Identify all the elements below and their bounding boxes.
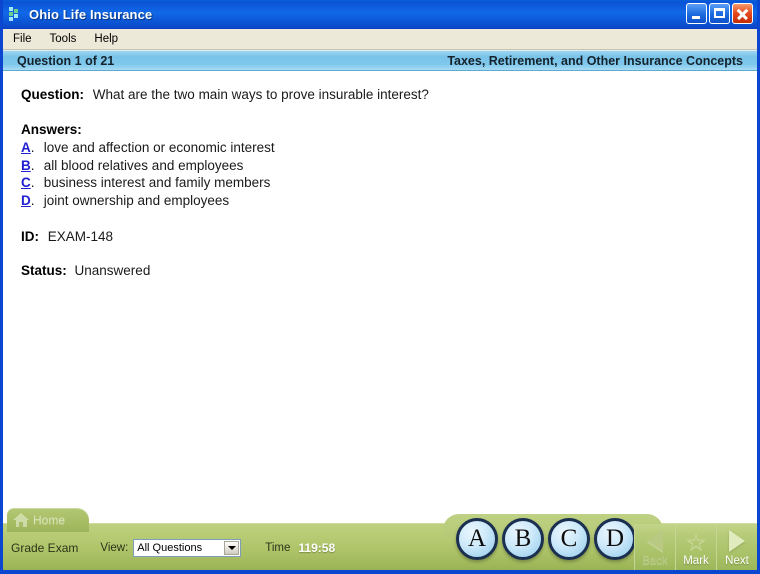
menu-tools[interactable]: Tools bbox=[42, 31, 85, 47]
answer-key-d[interactable]: D bbox=[21, 192, 31, 210]
menu-file[interactable]: File bbox=[5, 31, 40, 47]
question-header-bar: Question 1 of 21 Taxes, Retirement, and … bbox=[3, 50, 757, 71]
answer-text-d: joint ownership and employees bbox=[43, 192, 230, 208]
answer-option-d[interactable]: D. joint ownership and employees bbox=[21, 192, 757, 210]
answer-key-b[interactable]: B bbox=[21, 157, 31, 175]
answer-text-b: all blood relatives and employees bbox=[43, 157, 244, 173]
view-label: View: bbox=[100, 542, 129, 554]
question-text: What are the two main ways to prove insu… bbox=[92, 87, 429, 102]
home-tab-label: Home bbox=[33, 513, 66, 527]
toolbar-left-group: Grade Exam View: All Questions Time 119:… bbox=[11, 539, 335, 557]
grade-exam-button[interactable]: Grade Exam bbox=[11, 541, 78, 555]
mark-button[interactable]: ☆ Mark bbox=[675, 524, 716, 570]
menu-bar: File Tools Help bbox=[3, 29, 757, 50]
question-category: Taxes, Retirement, and Other Insurance C… bbox=[447, 53, 743, 68]
question-row: Question: What are the two main ways to … bbox=[21, 85, 757, 104]
back-button-label: Back bbox=[642, 555, 668, 567]
title-bar: Ohio Life Insurance bbox=[3, 0, 757, 29]
answer-text-c: business interest and family members bbox=[43, 175, 271, 190]
view-filter-select[interactable]: All Questions bbox=[133, 539, 242, 557]
question-content-area: Question: What are the two main ways to … bbox=[3, 71, 757, 524]
triangle-left-icon bbox=[647, 530, 663, 552]
answer-text-a: love and affection or economic interest bbox=[43, 140, 275, 155]
answer-button-c[interactable]: C bbox=[548, 518, 590, 560]
time-value: 119:58 bbox=[298, 541, 336, 555]
answer-buttons-group: A B C D bbox=[456, 518, 636, 560]
id-value: EXAM-148 bbox=[47, 229, 114, 244]
application-window: Ohio Life Insurance File Tools Help Ques… bbox=[0, 0, 760, 574]
answer-option-c[interactable]: C. business interest and family members bbox=[21, 174, 757, 192]
maximize-button[interactable] bbox=[709, 3, 730, 24]
status-value: Unanswered bbox=[74, 263, 151, 278]
triangle-right-icon bbox=[729, 530, 745, 552]
back-button: Back bbox=[634, 524, 675, 570]
answers-label: Answers: bbox=[21, 122, 82, 137]
answer-key-c[interactable]: C bbox=[21, 174, 31, 192]
star-icon: ☆ bbox=[685, 529, 707, 556]
bottom-toolbar: Home Grade Exam View: All Questions Time… bbox=[3, 508, 757, 570]
home-tab[interactable]: Home bbox=[7, 508, 89, 532]
status-label: Status: bbox=[21, 263, 67, 278]
minimize-button[interactable] bbox=[686, 3, 707, 24]
answer-button-d[interactable]: D bbox=[594, 518, 636, 560]
chevron-down-icon[interactable] bbox=[224, 541, 240, 555]
app-squares-icon bbox=[9, 7, 23, 21]
answer-button-a[interactable]: A bbox=[456, 518, 498, 560]
question-label: Question: bbox=[21, 87, 84, 102]
answer-option-a[interactable]: A. love and affection or economic intere… bbox=[21, 139, 757, 157]
answer-button-b[interactable]: B bbox=[502, 518, 544, 560]
next-button[interactable]: Next bbox=[716, 524, 757, 570]
id-label: ID: bbox=[21, 229, 39, 244]
id-row: ID: EXAM-148 bbox=[21, 227, 757, 246]
answer-key-a[interactable]: A bbox=[21, 139, 31, 157]
window-controls bbox=[686, 3, 753, 24]
answers-list: A. love and affection or economic intere… bbox=[21, 139, 757, 209]
next-button-label: Next bbox=[725, 555, 749, 567]
close-button[interactable] bbox=[732, 3, 753, 24]
answer-option-b[interactable]: B. all blood relatives and employees bbox=[21, 157, 757, 175]
status-row: Status: Unanswered bbox=[21, 261, 757, 280]
menu-help[interactable]: Help bbox=[86, 31, 126, 47]
question-counter: Question 1 of 21 bbox=[17, 53, 115, 68]
nav-buttons-group: Back ☆ Mark Next bbox=[634, 524, 757, 570]
mark-button-label: Mark bbox=[683, 555, 709, 567]
window-title: Ohio Life Insurance bbox=[29, 6, 153, 22]
house-icon bbox=[13, 513, 29, 527]
time-label: Time bbox=[265, 542, 291, 554]
view-filter-value: All Questions bbox=[137, 542, 203, 554]
